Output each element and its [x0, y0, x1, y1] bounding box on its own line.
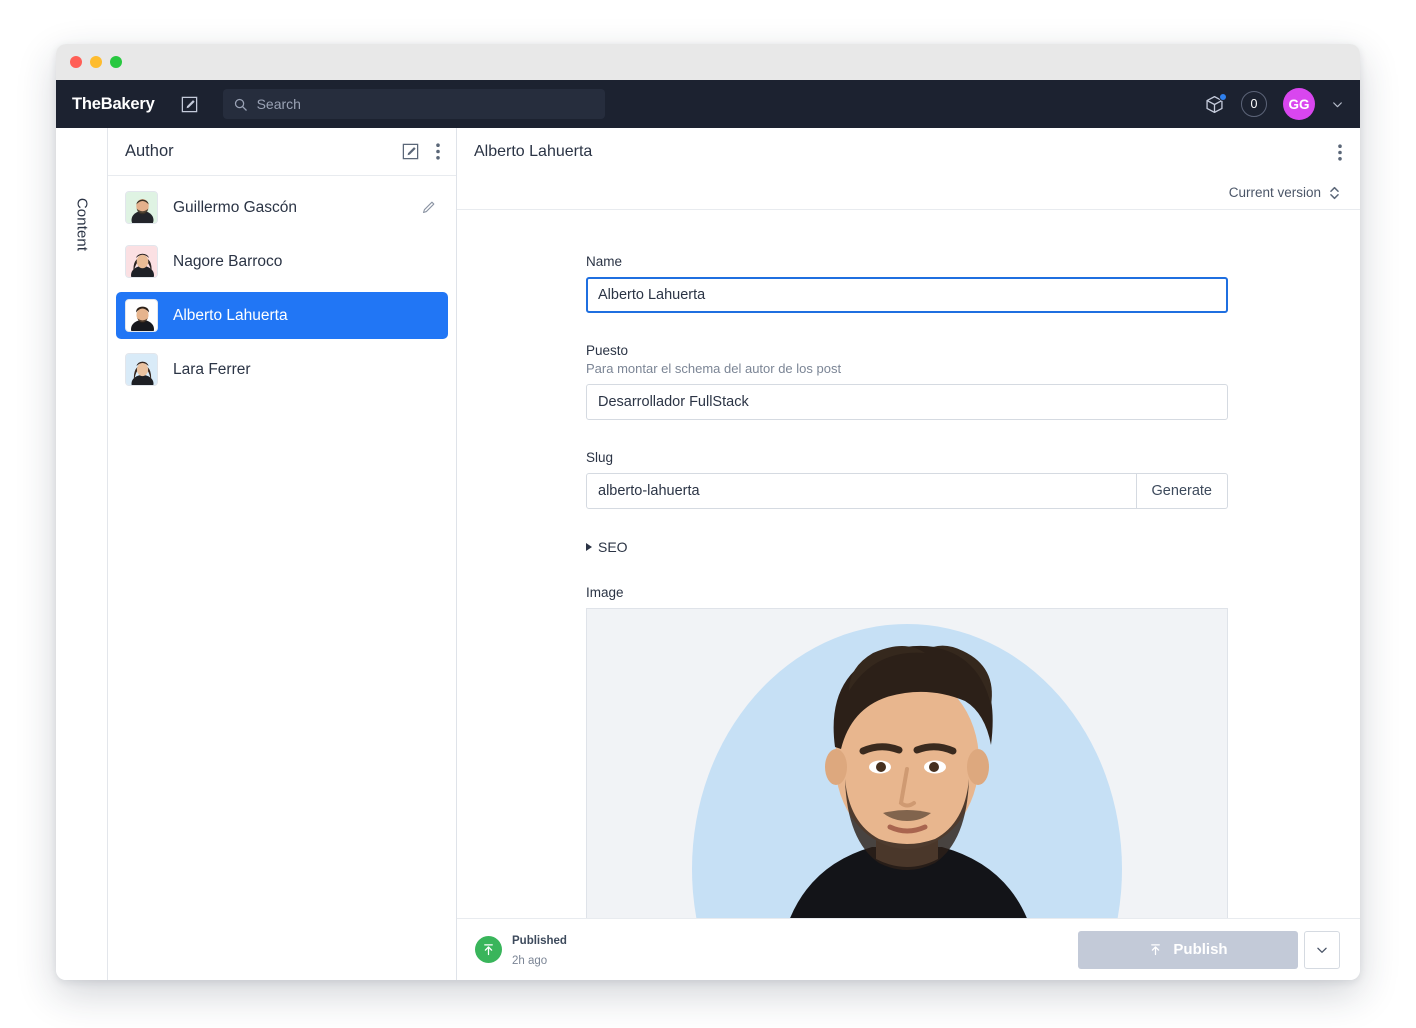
- slug-input-group: Generate: [586, 473, 1228, 509]
- window-close-button[interactable]: [70, 56, 82, 68]
- name-input[interactable]: [586, 277, 1228, 313]
- more-vertical-icon[interactable]: [1338, 143, 1342, 161]
- publish-status: Published 2h ago: [475, 930, 567, 970]
- field-puesto: Puesto Para montar el schema del autor d…: [586, 343, 1228, 420]
- publish-options-button[interactable]: [1304, 930, 1340, 969]
- list-item[interactable]: Nagore Barroco: [116, 238, 448, 285]
- chevron-up-down-icon[interactable]: [1329, 185, 1340, 201]
- triangle-right-icon: [586, 543, 592, 551]
- left-rail: Content: [56, 128, 108, 980]
- more-vertical-icon[interactable]: [436, 143, 440, 160]
- list-item-label: Lara Ferrer: [173, 360, 251, 378]
- field-label: Puesto: [586, 343, 629, 358]
- window-maximize-button[interactable]: [110, 56, 122, 68]
- field-name: Name: [586, 254, 1228, 313]
- page-title: Alberto Lahuerta: [474, 143, 593, 160]
- seo-disclosure-toggle[interactable]: SEO: [586, 539, 628, 555]
- detail-header: Alberto Lahuerta: [457, 128, 1360, 176]
- author-list: Guillermo Gascón Nagore Barroco Alberto …: [108, 176, 456, 980]
- list-item-label: Alberto Lahuerta: [173, 306, 288, 324]
- avatar: [125, 245, 158, 278]
- publish-button[interactable]: Publish: [1078, 930, 1298, 969]
- app-body: Content Author Guillermo Gascón Nagore B…: [56, 128, 1360, 980]
- package-box-icon[interactable]: [1204, 92, 1227, 115]
- slug-input[interactable]: [586, 473, 1137, 509]
- user-avatar[interactable]: GG: [1283, 88, 1315, 120]
- app-window: TheBakery Search 0 GG Content Author Gui…: [56, 44, 1360, 980]
- author-list-panel: Author Guillermo Gascón Nagore Barroco A…: [108, 128, 457, 980]
- window-minimize-button[interactable]: [90, 56, 102, 68]
- app-header: TheBakery Search 0 GG: [56, 80, 1360, 128]
- new-author-icon[interactable]: [401, 142, 420, 161]
- search-icon: [233, 97, 248, 112]
- compose-icon[interactable]: [177, 91, 203, 117]
- field-label: Name: [586, 254, 623, 269]
- seo-label: SEO: [598, 539, 628, 555]
- field-seo: SEO: [586, 539, 1228, 555]
- field-image: Image: [586, 585, 1228, 918]
- footer-actions: Publish: [1078, 930, 1340, 969]
- chevron-down-icon[interactable]: [1331, 98, 1344, 111]
- list-item-label: Guillermo Gascón: [173, 198, 298, 216]
- detail-form: Name Puesto Para montar el schema del au…: [457, 210, 1360, 918]
- author-list-title: Author: [125, 142, 174, 160]
- image-preview[interactable]: [586, 608, 1228, 918]
- publish-status-icon: [475, 936, 502, 963]
- publish-timestamp: 2h ago: [512, 954, 548, 967]
- window-titlebar: [56, 44, 1360, 80]
- publish-status-text: Published 2h ago: [512, 930, 567, 970]
- author-portrait-image: [587, 609, 1227, 918]
- edit-author-icon[interactable]: [421, 200, 436, 215]
- search-input[interactable]: [256, 96, 595, 112]
- upload-arrow-icon: [1148, 942, 1163, 957]
- detail-footer: Published 2h ago Publish: [457, 918, 1360, 980]
- field-help-text: Para montar el schema del autor de los p…: [586, 361, 842, 376]
- publish-button-label: Publish: [1173, 941, 1228, 958]
- list-item[interactable]: Guillermo Gascón: [116, 184, 448, 231]
- puesto-input[interactable]: [586, 384, 1228, 420]
- field-label: Slug: [586, 450, 614, 465]
- app-header-actions: 0 GG: [1204, 88, 1344, 120]
- notification-dot: [1219, 92, 1227, 101]
- field-slug: Slug Generate: [586, 450, 1228, 509]
- version-bar: Current version: [457, 176, 1360, 210]
- list-item[interactable]: Lara Ferrer: [116, 346, 448, 393]
- author-list-actions: [401, 142, 440, 161]
- rail-label-content[interactable]: Content: [73, 198, 90, 251]
- task-count-badge[interactable]: 0: [1241, 91, 1267, 117]
- list-item-label: Nagore Barroco: [173, 252, 283, 270]
- detail-form-scroll[interactable]: Name Puesto Para montar el schema del au…: [457, 210, 1360, 918]
- avatar: [125, 191, 158, 224]
- detail-panel: Alberto Lahuerta Current version Name Al…: [457, 128, 1360, 980]
- list-item-selected[interactable]: Alberto Lahuerta: [116, 292, 448, 339]
- version-label: Current version: [1228, 185, 1321, 200]
- generate-slug-button[interactable]: Generate: [1136, 473, 1228, 509]
- field-label: Image: [586, 585, 624, 600]
- search-box[interactable]: [222, 89, 605, 119]
- avatar: [125, 353, 158, 386]
- app-brand-logo[interactable]: TheBakery: [72, 95, 155, 114]
- status-badge: Published: [512, 934, 567, 947]
- avatar: [125, 299, 158, 332]
- author-list-header: Author: [108, 128, 456, 176]
